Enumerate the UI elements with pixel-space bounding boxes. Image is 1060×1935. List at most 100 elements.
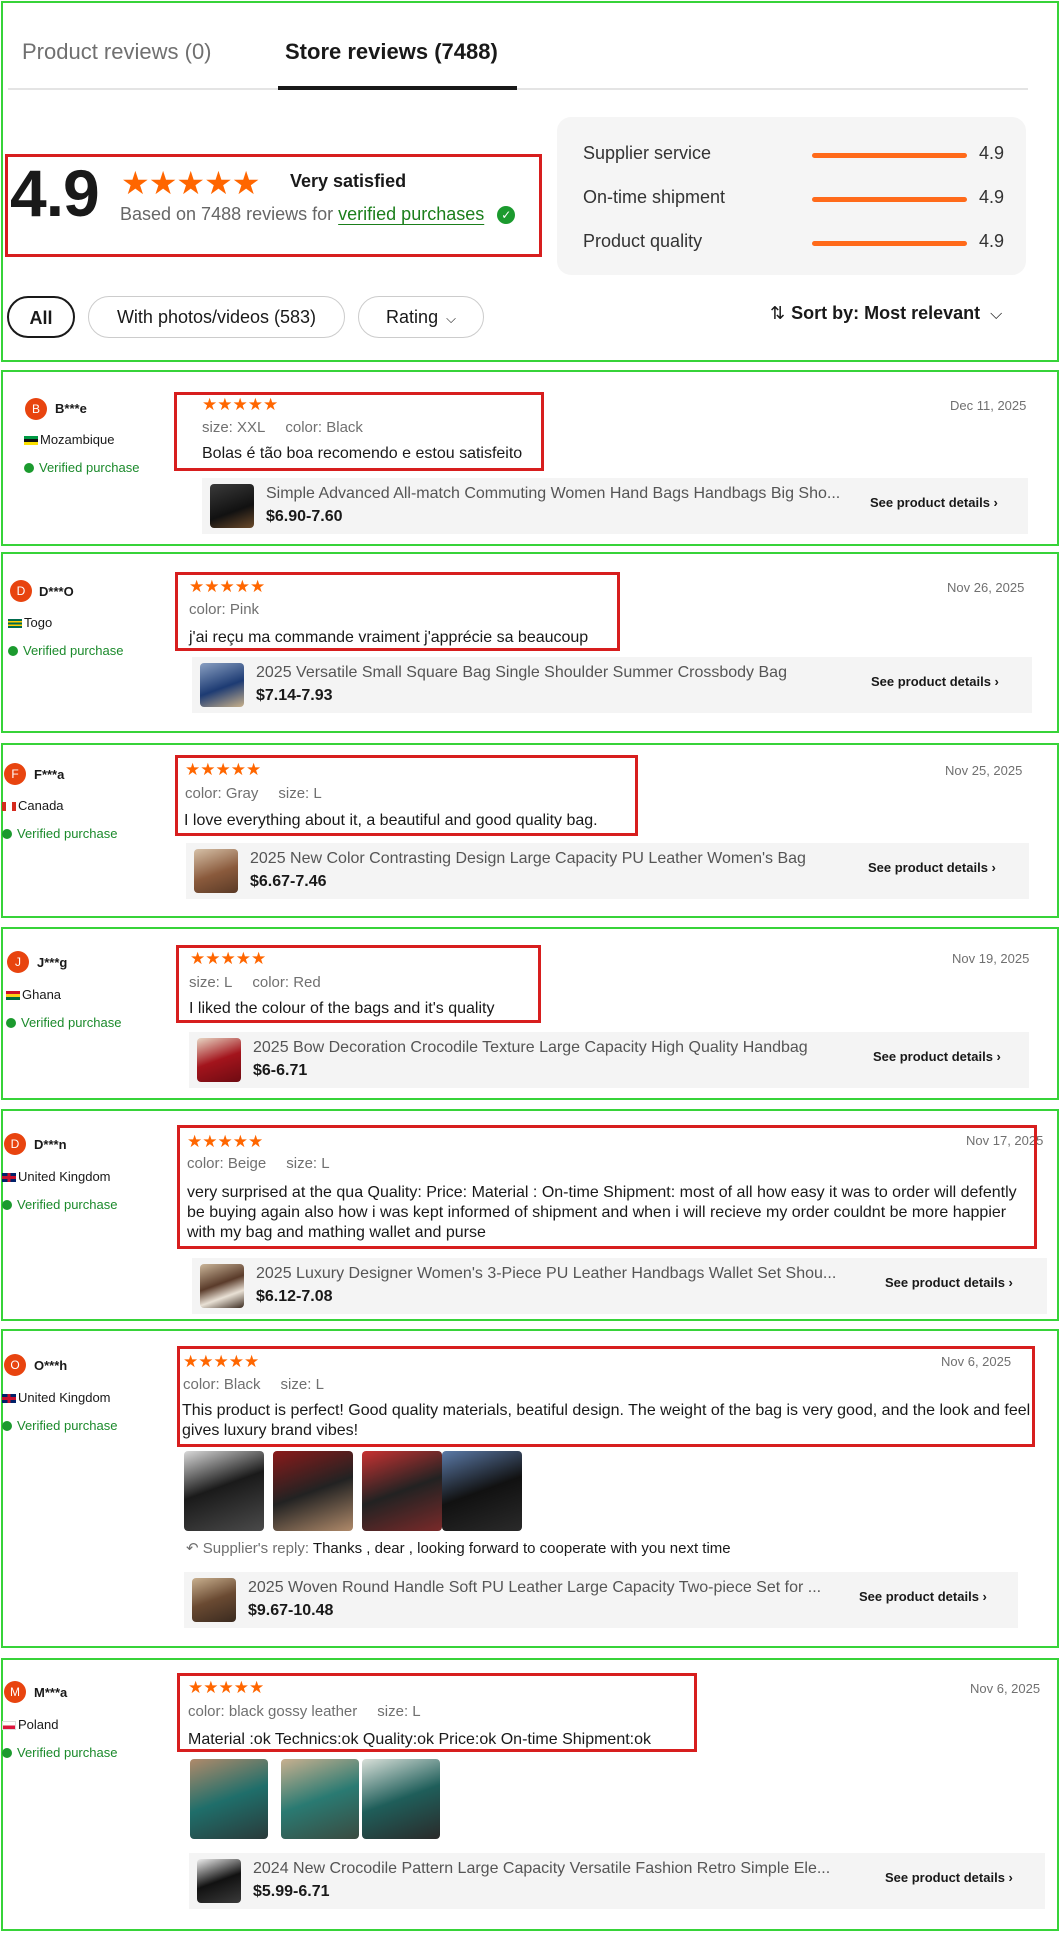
supplier-reply: ↶ Supplier's reply: Thanks , dear , look… — [186, 1539, 731, 1557]
see-product-details-link[interactable]: See product details › — [885, 1870, 1013, 1885]
attr-value: L — [412, 1703, 421, 1720]
satisfaction-label: Very satisfied — [290, 171, 407, 191]
reviewer-name: B***e — [55, 401, 87, 416]
review-star-rating: ★★★★★ — [189, 577, 266, 596]
tab-store-reviews[interactable]: Store reviews (7488) — [285, 38, 498, 66]
based-on-prefix: Based on 7488 reviews for — [120, 204, 334, 224]
reviewer-country: United Kingdom — [2, 1169, 111, 1184]
reviewer-country: Canada — [2, 798, 64, 813]
review-text: I liked the colour of the bags and it's … — [189, 1000, 495, 1017]
attr-key: size: — [202, 419, 233, 436]
review-photo[interactable] — [273, 1451, 353, 1531]
avatar: D — [4, 1133, 26, 1155]
flag-icon — [2, 1721, 16, 1731]
attr-value: black gossy leather — [228, 1703, 358, 1720]
rating-value: 4.9 — [979, 143, 1005, 163]
based-on-text: Based on 7488 reviews for verified purch… — [120, 204, 516, 225]
review-photo[interactable] — [184, 1451, 264, 1531]
product-link-card[interactable]: 2025 Bow Decoration Crocodile Texture La… — [189, 1032, 1029, 1088]
reviewer-country: United Kingdom — [2, 1390, 111, 1405]
attr-key: size: — [377, 1703, 409, 1720]
product-link-card[interactable]: Simple Advanced All-match Commuting Wome… — [202, 478, 1028, 534]
see-product-details-link[interactable]: See product details › — [885, 1275, 1013, 1290]
rating-label: Product quality — [583, 231, 703, 251]
flag-icon — [8, 619, 22, 629]
attr-value: L — [313, 785, 322, 802]
review-photo[interactable] — [362, 1451, 442, 1531]
filter-photos-button[interactable]: With photos/videos (583) — [88, 296, 345, 338]
product-link-card[interactable]: 2025 Woven Round Handle Soft PU Leather … — [184, 1572, 1018, 1628]
attr-key: size: — [278, 785, 310, 802]
filter-all-button[interactable]: All — [7, 296, 75, 338]
flag-icon — [24, 436, 38, 446]
verified-label: Verified purchase — [39, 460, 140, 475]
attr-key: color: — [183, 1376, 220, 1393]
verified-check-icon — [8, 646, 18, 656]
see-product-details-link[interactable]: See product details › — [868, 860, 996, 875]
verified-purchases-link[interactable]: verified purchases — [338, 204, 484, 224]
review-photo[interactable] — [281, 1759, 359, 1839]
attr-key: size: — [189, 974, 220, 991]
review-photo[interactable] — [442, 1451, 522, 1531]
country-name: Togo — [24, 615, 53, 630]
see-product-details-link[interactable]: See product details › — [859, 1589, 987, 1604]
attr-value: Beige — [227, 1155, 267, 1172]
attr-value: L — [321, 1155, 330, 1172]
avatar: D — [10, 580, 32, 602]
review-photo[interactable] — [190, 1759, 268, 1839]
verified-check-icon — [24, 463, 34, 473]
product-link-card[interactable]: 2024 New Crocodile Pattern Large Capacit… — [189, 1853, 1045, 1909]
filter-rating-label: Rating — [386, 307, 439, 327]
product-title: 2025 Bow Decoration Crocodile Texture La… — [253, 1039, 808, 1056]
product-title: 2025 Versatile Small Square Bag Single S… — [256, 664, 787, 681]
review-date: Nov 19, 2025 — [952, 951, 1030, 966]
rating-value: 4.9 — [979, 187, 1005, 207]
verified-check-icon — [6, 1018, 16, 1028]
tab-product-reviews[interactable]: Product reviews (0) — [22, 38, 212, 66]
reviewer-name: D***n — [34, 1137, 67, 1152]
review-text: Material :ok Technics:ok Quality:ok Pric… — [188, 1731, 651, 1748]
review-photo[interactable] — [362, 1759, 440, 1839]
product-thumbnail — [197, 1859, 241, 1903]
attr-key: color: — [189, 601, 226, 618]
review-star-rating: ★★★★★ — [188, 1678, 265, 1697]
verified-label: Verified purchase — [17, 1197, 118, 1212]
verified-check-icon — [2, 829, 12, 839]
reviewer-name: O***h — [34, 1358, 68, 1373]
verified-purchase: Verified purchase — [2, 1197, 117, 1212]
attr-key: color: — [285, 419, 323, 436]
verified-check-icon — [2, 1421, 12, 1431]
verified-purchase: Verified purchase — [6, 1015, 121, 1030]
country-name: United Kingdom — [18, 1390, 111, 1405]
verified-label: Verified purchase — [17, 1745, 118, 1760]
review-text: very surprised at the qua Quality: Price… — [187, 1184, 1017, 1241]
sort-dropdown[interactable]: ⇅ Sort by: Most relevant ⌵ — [770, 303, 1002, 324]
see-product-details-link[interactable]: See product details › — [873, 1049, 1001, 1064]
review-text: Bolas é tão boa recomendo e estou satisf… — [202, 445, 523, 462]
avatar: F — [4, 763, 26, 785]
reviewer-name: M***a — [34, 1685, 68, 1700]
filter-rating-dropdown[interactable]: Rating ⌵ — [358, 296, 484, 338]
product-thumbnail — [200, 1264, 244, 1308]
product-title: 2025 New Color Contrasting Design Large … — [250, 850, 806, 867]
attr-key: size: — [286, 1155, 318, 1172]
product-link-card[interactable]: 2025 New Color Contrasting Design Large … — [186, 843, 1029, 899]
verified-check-icon — [2, 1200, 12, 1210]
product-link-card[interactable]: 2025 Versatile Small Square Bag Single S… — [192, 657, 1032, 713]
reviewer-name: J***g — [37, 955, 68, 970]
supplier-reply-text: Thanks , dear , looking forward to coope… — [312, 1540, 731, 1557]
review-date: Nov 25, 2025 — [945, 763, 1023, 778]
verified-check-icon: ✓ — [497, 206, 516, 225]
product-link-card[interactable]: 2025 Luxury Designer Women's 3-Piece PU … — [192, 1258, 1047, 1314]
rating-row-product-quality: Product quality 4.9 — [583, 231, 1013, 255]
product-thumbnail — [200, 663, 244, 707]
attr-key: color: — [187, 1155, 224, 1172]
see-product-details-link[interactable]: See product details › — [871, 674, 999, 689]
verified-purchase: Verified purchase — [24, 460, 139, 475]
flag-icon — [2, 802, 16, 812]
see-product-details-link[interactable]: See product details › — [870, 495, 998, 510]
reply-arrow-icon: ↶ — [186, 1540, 199, 1557]
avatar: B — [25, 398, 47, 420]
reviewer-name: F***a — [34, 767, 65, 782]
review-attributes: color: black gossy leather size: L — [188, 1703, 421, 1720]
